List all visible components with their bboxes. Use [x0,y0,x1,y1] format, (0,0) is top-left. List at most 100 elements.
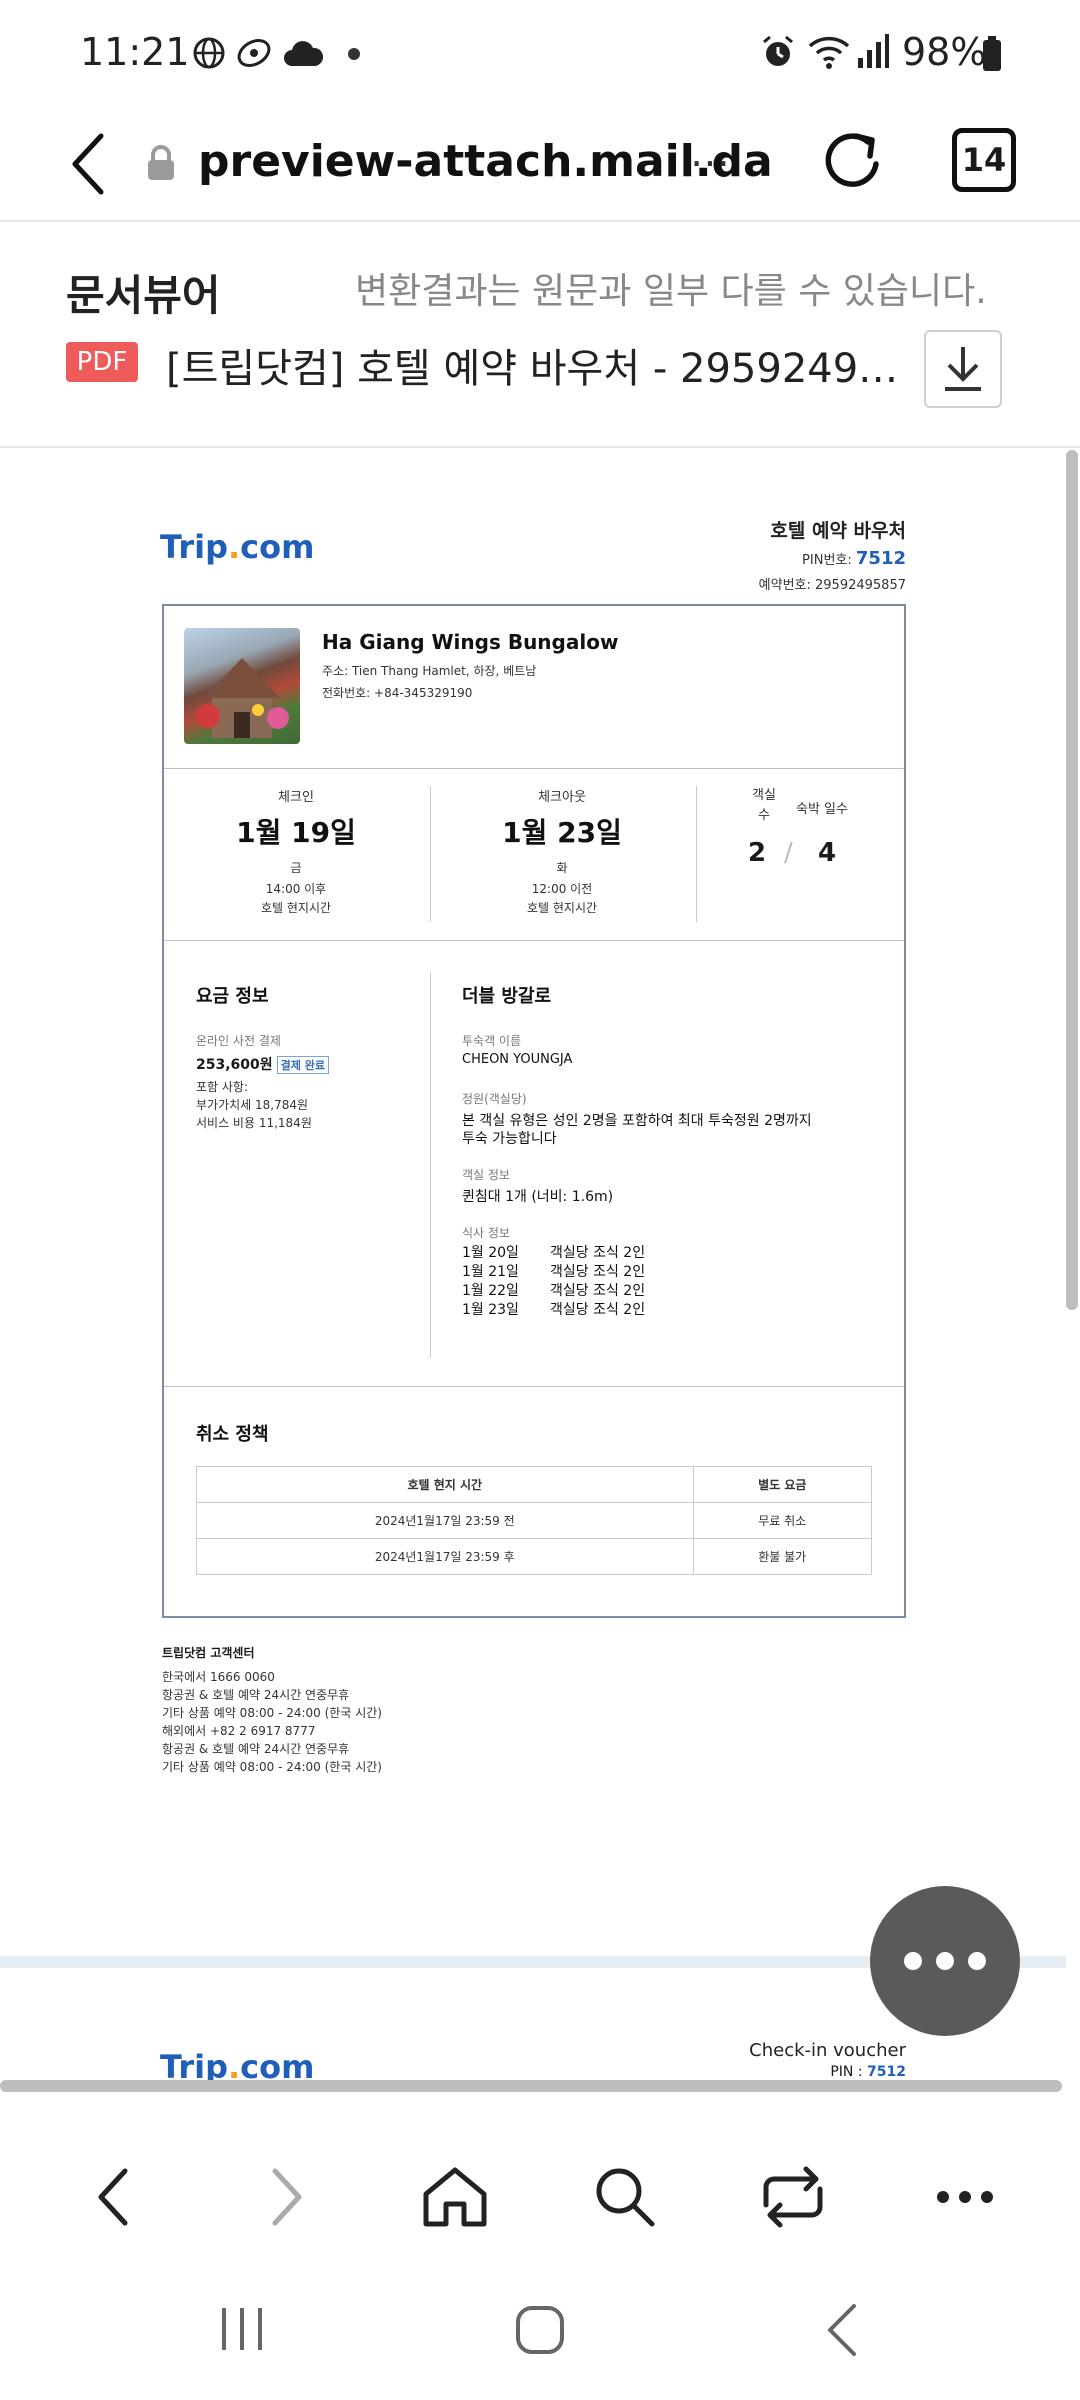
reload-icon[interactable] [818,124,888,202]
home-system-button[interactable] [514,2304,566,2360]
status-time: 11:21 [80,30,190,74]
download-button[interactable] [924,330,1002,408]
support-line: 항공권 & 호텔 예약 24시간 연중무휴 [162,1742,350,1756]
app-notification-icon [234,36,274,74]
system-back-icon [828,2304,856,2356]
checkin-label: 체크인 [278,790,314,805]
checkout-weekday: 화 [556,861,568,875]
checkout-time: 12:00 이전 [531,882,593,896]
viewer-title: 문서뷰어 [66,271,221,320]
notification-dot-icon [348,48,360,60]
checkout-block: 체크아웃 1월 23일 화 12:00 이전 호텔 현지시간 [436,786,688,916]
address-bar: preview-attach.mail.da ⋯ 14 [0,110,1080,222]
meal-label: 식사 정보 [462,1226,510,1240]
menu-button[interactable] [920,2152,1010,2242]
support-title: 트립닷컴 고객센터 [162,1646,255,1660]
more-actions-button[interactable] [870,1886,1020,2036]
checkout-label: 체크아웃 [538,790,586,805]
more-dots-icon [904,1952,922,1970]
support-lines: 한국에서 1666 0060 항공권 & 호텔 예약 24시간 연중무휴 기타 … [162,1668,382,1776]
divider [430,972,431,1358]
meal-row: 1월 22일 객실당 조식 2인 [462,1283,646,1299]
guest-label: 투숙객 이름 [462,1034,522,1048]
more-icon[interactable]: ⋯ [690,140,730,186]
recents-button[interactable] [214,2304,270,2358]
table-cell: 2024년1월17일 23:59 전 [196,1502,694,1539]
rooms-label: 객실 수 [752,788,776,823]
battery-icon [982,36,1002,76]
divider [430,786,431,922]
divider [164,1386,904,1387]
nav-back-button[interactable] [68,2152,158,2242]
vertical-scrollbar[interactable] [1066,450,1078,1310]
lock-icon [146,144,176,186]
support-line: 항공권 & 호텔 예약 24시간 연중무휴 [162,1688,350,1702]
room-title: 더블 방갈로 [462,986,552,1007]
tab-count-button[interactable]: 14 [952,128,1016,192]
includes-label: 포함 사항: [196,1080,249,1094]
download-icon [945,347,981,391]
capacity-text-1: 본 객실 유형은 성인 2명을 포함하여 최대 투숙정원 2명까지 [462,1113,812,1129]
battery-level: 98% [902,30,987,74]
support-line: 기타 상품 예약 08:00 - 24:00 (한국 시간) [162,1760,382,1774]
search-icon [596,2168,655,2227]
capacity-label: 정원(객실당) [462,1092,527,1106]
rooms-value: 2 [748,838,767,868]
nights-value: 4 [818,838,837,868]
prepay-label: 온라인 사전 결제 [196,1034,281,1048]
meal-list: 1월 20일 객실당 조식 2인 1월 21일 객실당 조식 2인 1월 22일 객실… [462,1242,645,1318]
meal-row: 1월 21일 객실당 조식 2인 [462,1264,646,1280]
nav-forward-button[interactable] [242,2152,332,2242]
table-cell: 환불 불가 [692,1538,872,1575]
url-field[interactable]: preview-attach.mail.da [198,136,773,187]
tabs-icon [763,2166,823,2228]
service-line: 서비스 비용 11,184원 [196,1116,312,1130]
back-arrow-icon[interactable] [54,124,124,204]
table-row: 2024년1월17일 23:59 전 무료 취소 [196,1502,872,1539]
pin-number: PIN번호: 7512 [802,548,906,569]
recents-icon [222,2308,262,2350]
divider [164,768,904,769]
file-name: [트립닷컴] 호텔 예약 바우처 - 295924958... [166,346,906,392]
table-cell: 2024년1월17일 23:59 후 [196,1538,694,1575]
system-back-button[interactable] [820,2300,864,2364]
browser-toolbar [0,2122,1080,2272]
divider [696,786,697,922]
pin-number-page2: PIN : 7512 [830,2064,906,2080]
search-button[interactable] [580,2152,670,2242]
price-title: 요금 정보 [196,986,269,1007]
checkout-timezone: 호텔 현지시간 [526,901,598,915]
hotel-photo [184,628,300,744]
table-header-row: 호텔 현지 시간 별도 요금 [196,1466,872,1503]
checkin-time: 14:00 이후 [265,882,327,896]
vat-line: 부가가치세 18,784원 [196,1098,309,1112]
hotel-address: 주소: Tien Thang Hamlet, 하장, 베트남 [322,664,537,678]
support-line: 해외에서 +82 2 6917 8777 [162,1724,316,1738]
horizontal-scrollbar[interactable] [0,2080,1062,2092]
home-circle-icon [516,2306,564,2354]
checkin-voucher-title: Check-in voucher [749,2040,906,2061]
paid-badge: 결제 완료 [276,1056,329,1074]
booking-number: 예약번호: 29592495857 [758,578,906,593]
viewer-note: 변환결과는 원문과 일부 다를 수 있습니다. [355,271,987,312]
guest-name: CHEON YOUNGJA [462,1052,573,1067]
system-navigation [0,2272,1080,2400]
trip-logo: Trip.com [160,528,315,566]
meal-row: 1월 23일 객실당 조식 2인 [462,1302,646,1318]
nav-forward-icon [272,2168,302,2226]
cancel-title: 취소 정책 [196,1424,269,1445]
trip-logo-page2: Trip.com [160,2048,315,2082]
checkin-timezone: 호텔 현지시간 [260,901,332,915]
home-button[interactable] [410,2152,500,2242]
home-icon [423,2167,487,2227]
nav-back-icon [98,2168,128,2226]
wifi-icon [806,32,852,74]
table-header: 호텔 현지 시간 [196,1466,694,1503]
price-amount: 253,600원 결제 완료 [196,1054,329,1074]
menu-icon [937,2191,993,2203]
rooms-separator: / [784,838,793,868]
signal-icon [854,32,890,74]
checkin-block: 체크인 1월 19일 금 14:00 이후 호텔 현지시간 [170,786,422,916]
more-dots-icon [968,1952,986,1970]
tabs-button[interactable] [748,2152,838,2242]
